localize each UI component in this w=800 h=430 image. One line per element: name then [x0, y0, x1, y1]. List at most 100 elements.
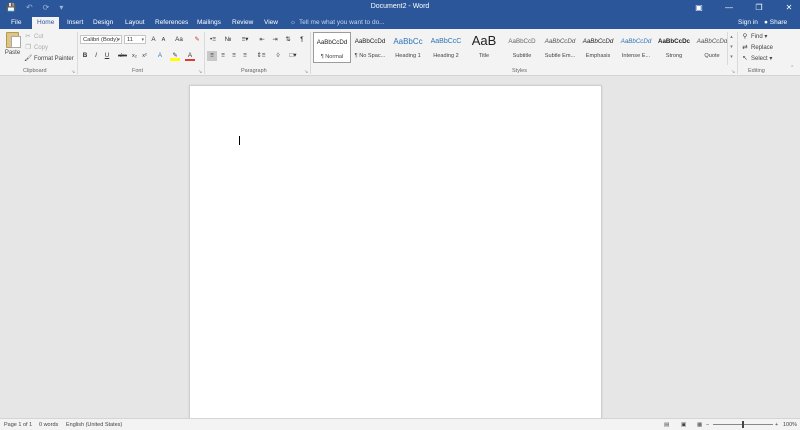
- paintbrush-icon: 🖌: [24, 55, 33, 62]
- underline-button[interactable]: U: [103, 51, 111, 61]
- font-name-combo[interactable]: Calibri (Body) ▾: [80, 35, 122, 44]
- tab-references[interactable]: References: [150, 17, 193, 29]
- copy-button[interactable]: ❐ Copy: [24, 43, 48, 53]
- align-left-icon[interactable]: ≡: [207, 51, 217, 61]
- style-name: ¶ Normal: [320, 54, 344, 60]
- italic-button[interactable]: I: [92, 51, 100, 61]
- style-subtle-emphasis[interactable]: AaBbCcDd Subtle Em...: [541, 32, 579, 63]
- tab-view[interactable]: View: [259, 17, 283, 29]
- zoom-slider-thumb[interactable]: [742, 421, 744, 428]
- style-sample: AaBbCcC: [430, 38, 462, 45]
- borders-icon[interactable]: □▾: [287, 51, 299, 61]
- style-heading-2[interactable]: AaBbCcC Heading 2: [427, 32, 465, 63]
- align-center-icon[interactable]: ≡: [218, 51, 228, 61]
- clipboard-icon: [6, 32, 21, 48]
- chevron-down-icon: ▾: [769, 56, 773, 62]
- clipboard-group-label: Clipboard: [23, 68, 47, 74]
- bullets-icon[interactable]: •≡: [207, 35, 219, 45]
- zoom-level[interactable]: 100%: [783, 421, 797, 429]
- change-case-button[interactable]: Aa: [172, 35, 186, 45]
- tab-review[interactable]: Review: [227, 17, 258, 29]
- style-subtitle[interactable]: AaBbCcD Subtitle: [503, 32, 541, 63]
- style-intense-emphasis[interactable]: AaBbCcDd Intense E...: [617, 32, 655, 63]
- justify-icon[interactable]: ≡: [240, 51, 250, 61]
- chevron-down-icon: ▾: [141, 37, 144, 43]
- paste-button[interactable]: Paste: [4, 32, 21, 66]
- multilevel-list-icon[interactable]: ≡▾: [238, 35, 252, 45]
- shrink-font-button[interactable]: A: [159, 35, 168, 45]
- tab-file[interactable]: File: [6, 17, 26, 29]
- clipboard-launcher-icon[interactable]: ↘: [71, 69, 75, 75]
- tab-insert[interactable]: Insert: [62, 17, 88, 29]
- cut-button[interactable]: ✂ Cut: [24, 32, 43, 42]
- close-icon[interactable]: ✕: [784, 3, 794, 12]
- tab-home[interactable]: Home: [32, 17, 60, 29]
- numbering-icon[interactable]: №: [222, 35, 234, 45]
- read-mode-icon[interactable]: ▤: [664, 421, 669, 429]
- replace-label: Replace: [751, 45, 774, 51]
- superscript-button[interactable]: x²: [140, 51, 149, 61]
- style-normal[interactable]: AaBbCcDd ¶ Normal: [313, 32, 351, 63]
- line-spacing-icon[interactable]: ⇕≡: [255, 51, 267, 61]
- zoom-in-icon[interactable]: +: [775, 421, 778, 429]
- chevron-down-icon[interactable]: ▾: [728, 42, 735, 52]
- font-launcher-icon[interactable]: ↘: [198, 69, 202, 75]
- pilcrow-icon[interactable]: ¶: [298, 35, 306, 45]
- find-button[interactable]: ⚲ Find ▾: [741, 32, 768, 42]
- font-size-combo[interactable]: 11 ▾: [124, 35, 146, 44]
- style-strong[interactable]: AaBbCcDc Strong: [655, 32, 693, 63]
- select-button[interactable]: ↖ Select ▾: [741, 54, 772, 64]
- style-quote[interactable]: AaBbCcDd Quote: [693, 32, 731, 63]
- format-painter-button[interactable]: 🖌 Format Painter: [24, 54, 74, 64]
- text-effects-button[interactable]: A: [155, 51, 165, 61]
- minimize-icon[interactable]: —: [724, 3, 734, 12]
- print-layout-icon[interactable]: ▣: [681, 421, 686, 429]
- vertical-scrollbar[interactable]: [791, 77, 800, 418]
- styles-scroller[interactable]: ▴ ▾ ▾: [727, 32, 735, 65]
- word-count[interactable]: 0 words: [39, 421, 58, 429]
- style-emphasis[interactable]: AaBbCcDd Emphasis: [579, 32, 617, 63]
- search-icon: ⚲: [742, 33, 748, 40]
- web-layout-icon[interactable]: ▦: [697, 421, 702, 429]
- lightbulb-icon: ☼: [290, 19, 296, 26]
- paragraph-launcher-icon[interactable]: ↘: [304, 69, 308, 75]
- subscript-button[interactable]: x₂: [130, 51, 139, 61]
- style-no-spacing[interactable]: AaBbCcDd ¶ No Spac...: [351, 32, 389, 63]
- font-size-value: 11: [127, 37, 134, 43]
- sign-in-link[interactable]: Sign in: [738, 17, 758, 29]
- more-styles-icon[interactable]: ▾: [728, 52, 735, 62]
- cut-label: Cut: [34, 34, 44, 40]
- document-page[interactable]: [189, 85, 602, 425]
- tell-me-box[interactable]: ☼ Tell me what you want to do...: [290, 17, 385, 29]
- page-count[interactable]: Page 1 of 1: [4, 421, 32, 429]
- styles-launcher-icon[interactable]: ↘: [731, 69, 735, 75]
- increase-indent-icon[interactable]: ⇥: [270, 35, 280, 45]
- tab-mailings[interactable]: Mailings: [192, 17, 226, 29]
- restore-icon[interactable]: ❐: [754, 3, 764, 12]
- style-sample: AaBbCcDd: [696, 38, 728, 45]
- bold-button[interactable]: B: [81, 51, 89, 61]
- style-name: Title: [478, 53, 490, 59]
- zoom-out-icon[interactable]: −: [706, 421, 709, 429]
- style-name: Emphasis: [585, 53, 611, 59]
- style-heading-1[interactable]: AaBbCc Heading 1: [389, 32, 427, 63]
- find-label: Find: [751, 34, 763, 40]
- sort-icon[interactable]: ⇅: [284, 35, 292, 45]
- shading-icon[interactable]: ◊: [273, 51, 283, 61]
- decrease-indent-icon[interactable]: ⇤: [257, 35, 267, 45]
- replace-button[interactable]: ⇄ Replace: [741, 43, 773, 53]
- clear-formatting-icon[interactable]: ✎: [192, 35, 202, 45]
- language-indicator[interactable]: English (United States): [66, 421, 122, 429]
- tab-layout[interactable]: Layout: [120, 17, 150, 29]
- ribbon-display-options-icon[interactable]: ▣: [694, 3, 704, 12]
- style-title[interactable]: AaB Title: [465, 32, 503, 63]
- highlight-icon[interactable]: ✎: [170, 51, 180, 61]
- collapse-ribbon-icon[interactable]: ⌃: [790, 65, 794, 71]
- tab-design[interactable]: Design: [88, 17, 118, 29]
- grow-font-button[interactable]: A: [149, 35, 158, 45]
- share-button[interactable]: ● Share: [764, 17, 787, 29]
- font-color-button[interactable]: A: [185, 51, 195, 61]
- strikethrough-button[interactable]: abc: [117, 51, 128, 61]
- align-right-icon[interactable]: ≡: [229, 51, 239, 61]
- chevron-up-icon[interactable]: ▴: [728, 32, 735, 42]
